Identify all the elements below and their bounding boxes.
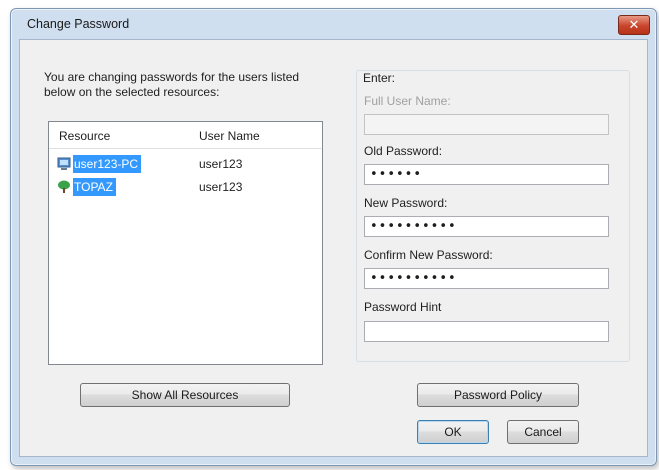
user-name-cell: user123 [199, 157, 243, 171]
new-password-field[interactable]: •••••••••• [364, 216, 609, 237]
enter-group-label: Enter: [361, 71, 398, 85]
password-hint-field[interactable] [364, 321, 609, 342]
password-policy-button[interactable]: Password Policy [417, 383, 579, 407]
close-icon: ✕ [628, 17, 640, 33]
column-header-resource[interactable]: Resource [59, 129, 110, 143]
dialog-client-area: You are changing passwords for the users… [19, 39, 648, 457]
ok-button[interactable]: OK [417, 420, 489, 444]
resource-cell: TOPAZ [57, 177, 116, 196]
window-title: Change Password [27, 17, 130, 31]
old-password-label: Old Password: [364, 144, 443, 158]
change-password-dialog: Change Password ✕ You are changing passw… [10, 8, 657, 466]
resource-cell: user123-PC [57, 154, 142, 173]
close-button[interactable]: ✕ [618, 15, 650, 35]
resource-label: TOPAZ [73, 177, 116, 196]
password-hint-label: Password Hint [364, 300, 442, 314]
confirm-password-label: Confirm New Password: [364, 248, 493, 262]
user-name-cell: user123 [199, 180, 243, 194]
new-password-label: New Password: [364, 196, 448, 210]
list-header: Resource User Name [49, 122, 322, 149]
old-password-field[interactable]: •••••• [364, 164, 609, 185]
resource-list[interactable]: Resource User Name user123-PC user123 TO… [48, 121, 323, 365]
column-header-user-name[interactable]: User Name [199, 129, 260, 143]
cancel-button[interactable]: Cancel [507, 420, 579, 444]
confirm-password-field[interactable]: •••••••••• [364, 268, 609, 289]
list-item[interactable]: user123-PC user123 [49, 154, 322, 174]
title-bar[interactable]: Change Password ✕ [11, 9, 656, 39]
resource-label: user123-PC [73, 154, 142, 173]
full-user-name-label: Full User Name: [364, 94, 451, 108]
computer-icon [57, 157, 71, 170]
show-all-resources-button[interactable]: Show All Resources [80, 383, 290, 407]
list-item[interactable]: TOPAZ user123 [49, 177, 322, 197]
full-user-name-field [364, 114, 609, 135]
intro-text: You are changing passwords for the users… [44, 70, 300, 99]
tree-icon [58, 180, 70, 193]
